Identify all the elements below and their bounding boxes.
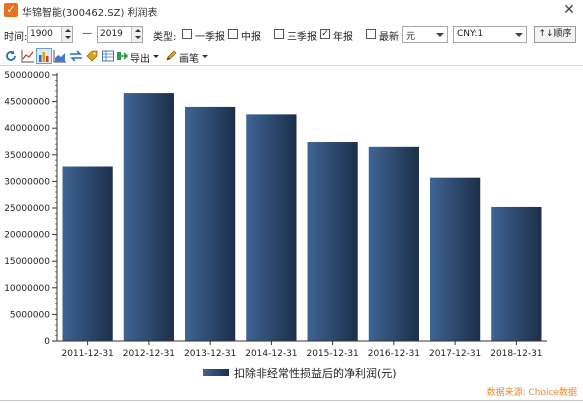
q3-checkbox[interactable] <box>274 29 284 39</box>
type-label: 类型: <box>153 32 177 43</box>
bar[interactable] <box>246 114 297 341</box>
chevron-down-icon <box>515 33 523 37</box>
annual-checkbox[interactable]: ✓ <box>320 29 330 39</box>
bar[interactable] <box>430 177 481 341</box>
pencil-icon[interactable] <box>164 49 178 63</box>
unit-value: 元 <box>406 32 416 42</box>
y-tick-label: 40000000 <box>4 124 50 134</box>
brush-label[interactable]: 画笔 <box>179 50 199 65</box>
legend-swatch <box>203 369 229 376</box>
x-tick-label: 2011-12-31 <box>61 349 113 359</box>
data-source-label: 数据来源: Choice数据 <box>486 388 577 398</box>
annual-label: 年报 <box>333 32 353 43</box>
q3-label: 三季报 <box>287 32 317 43</box>
y-tick-label: 10000000 <box>4 284 50 294</box>
bar[interactable] <box>491 206 542 341</box>
area-chart-icon[interactable] <box>53 49 67 63</box>
bar[interactable] <box>368 146 419 341</box>
x-tick-label: 2015-12-31 <box>306 349 358 359</box>
bar-chart-icon[interactable] <box>36 48 52 64</box>
bar[interactable] <box>62 166 113 341</box>
chart-svg: 0 5000000 10000000 15000000 20000000 25000000… <box>4 71 547 380</box>
end-year-stepper[interactable]: 2019 <box>97 26 143 43</box>
start-year-spin-buttons[interactable] <box>61 27 72 42</box>
range-dash: — <box>82 28 92 39</box>
export-dropdown-icon[interactable] <box>153 55 159 58</box>
chart-toolbar: 导出 画笔 <box>0 46 583 66</box>
latest-checkbox[interactable] <box>366 29 376 39</box>
y-tick-label: 50000000 <box>4 71 50 81</box>
y-tick-label: 25000000 <box>4 204 50 214</box>
y-tick-label: 45000000 <box>4 98 50 108</box>
x-tick-label: 2013-12-31 <box>184 349 236 359</box>
y-tick-label: 5000000 <box>10 310 50 320</box>
filter-toolbar: 时间: 1900 — 2019 类型: 一季报 中报 三季报 ✓ 年报 最新 元… <box>0 24 583 46</box>
time-label: 时间: <box>4 32 28 43</box>
y-tick-label: 20000000 <box>4 231 50 241</box>
start-year-stepper[interactable]: 1900 <box>27 26 73 43</box>
y-tick-label: 15000000 <box>4 257 50 267</box>
bar-chart: 0 5000000 10000000 15000000 20000000 25000000… <box>0 66 583 388</box>
y-tick-label: 0 <box>44 337 50 347</box>
unit-select[interactable]: 元 <box>402 26 448 43</box>
export-icon[interactable] <box>116 49 130 63</box>
x-tick-label: 2018-12-31 <box>490 349 542 359</box>
window-title: 华锦智能(300462.SZ) 利润表 <box>22 8 158 19</box>
bottom-border <box>0 400 583 401</box>
swap-icon[interactable] <box>69 49 83 63</box>
start-year-value: 1900 <box>30 29 53 39</box>
latest-label: 最新 <box>379 32 399 43</box>
interim-checkbox[interactable] <box>228 29 238 39</box>
legend: 扣除非经常性损益后的净利润(元) <box>203 366 397 380</box>
end-year-spin-buttons[interactable] <box>131 27 142 42</box>
brush-dropdown-icon[interactable] <box>202 55 208 58</box>
bar[interactable] <box>307 142 358 341</box>
end-year-value: 2019 <box>100 29 123 39</box>
x-tick-label: 2016-12-31 <box>368 349 420 359</box>
table-icon[interactable] <box>101 49 115 63</box>
q1-checkbox[interactable] <box>182 29 192 39</box>
bars <box>62 93 542 341</box>
export-label[interactable]: 导出 <box>130 50 150 65</box>
refresh-icon[interactable] <box>4 49 18 63</box>
close-button[interactable]: ✕ <box>561 2 577 18</box>
legend-label: 扣除非经常性损益后的净利润(元) <box>234 366 397 380</box>
tag-icon[interactable] <box>85 49 99 63</box>
app-check-icon: ✓ <box>4 3 18 17</box>
interim-label: 中报 <box>241 32 261 43</box>
bar[interactable] <box>123 93 174 341</box>
currency-value: CNY:1 <box>457 29 484 39</box>
chevron-down-icon <box>436 33 444 37</box>
sort-order-button[interactable]: ↑↓顺序 <box>534 26 576 43</box>
bar[interactable] <box>185 106 236 341</box>
x-axis: 2011-12-31 2012-12-31 2013-12-31 2014-12-31… <box>57 340 547 359</box>
y-tick-label: 30000000 <box>4 177 50 187</box>
currency-select[interactable]: CNY:1 <box>453 26 527 43</box>
x-tick-label: 2012-12-31 <box>123 349 175 359</box>
x-tick-label: 2017-12-31 <box>429 349 481 359</box>
y-tick-label: 35000000 <box>4 151 50 161</box>
x-tick-label: 2014-12-31 <box>245 349 297 359</box>
title-bar: ✓ 华锦智能(300462.SZ) 利润表 ✕ <box>0 0 583 22</box>
q1-label: 一季报 <box>195 32 225 43</box>
y-axis: 0 5000000 10000000 15000000 20000000 25000000… <box>4 71 58 347</box>
line-chart-icon[interactable] <box>21 49 35 63</box>
